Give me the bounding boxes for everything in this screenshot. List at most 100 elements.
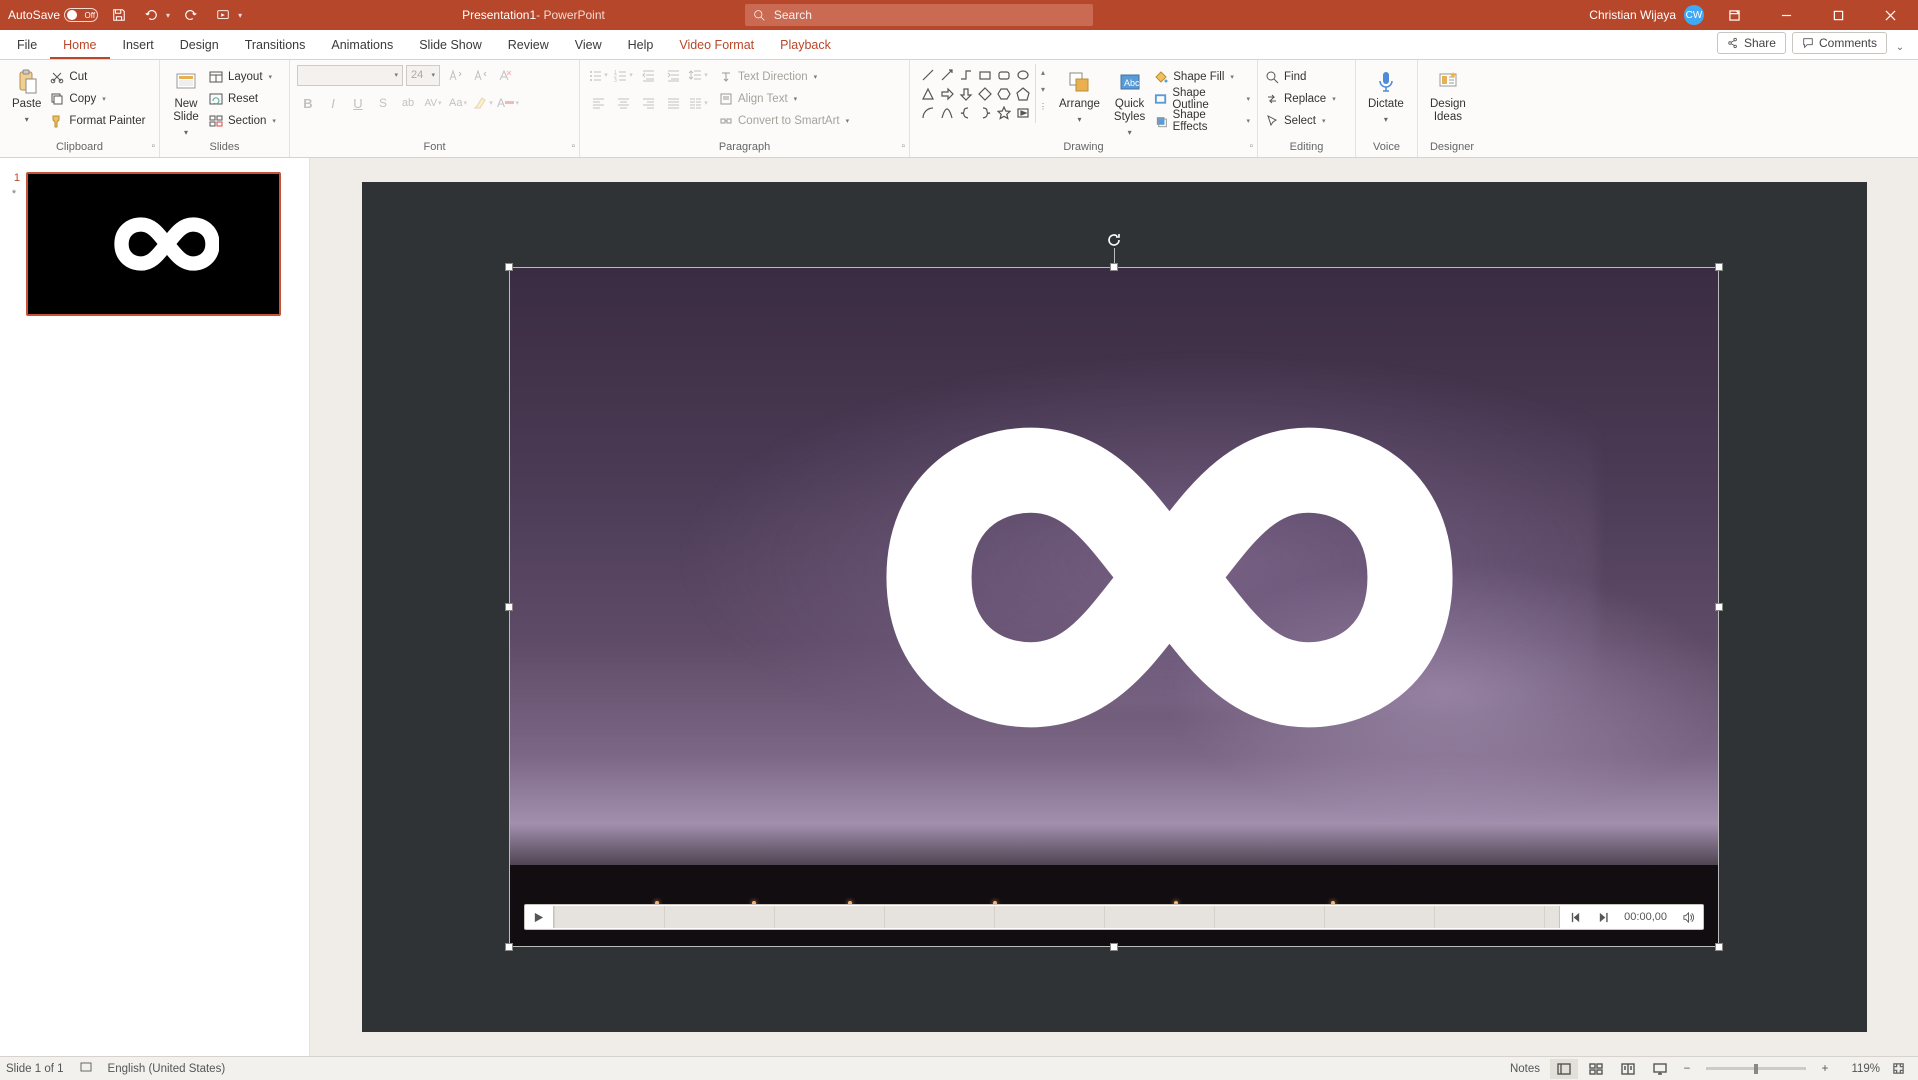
resize-handle-mr[interactable] [1715,603,1723,611]
resize-handle-ml[interactable] [505,603,513,611]
video-seek-track[interactable] [553,906,1560,928]
video-selection[interactable]: 00:00,00 [509,267,1719,947]
accessibility-icon[interactable] [80,1061,92,1076]
zoom-in-icon[interactable]: + [1816,1059,1834,1079]
convert-smartart-button[interactable]: Convert to SmartArt▾ [719,110,849,131]
justify-icon[interactable] [662,92,684,114]
design-ideas-button[interactable]: Design Ideas [1425,64,1471,124]
tab-view[interactable]: View [562,32,615,59]
slide-canvas[interactable]: 00:00,00 [362,182,1867,1032]
shape-line-arrow-icon[interactable] [938,66,955,83]
tab-animations[interactable]: Animations [318,32,406,59]
italic-icon[interactable]: I [322,92,344,114]
format-painter-button[interactable]: Format Painter [50,110,145,131]
shape-line-icon[interactable] [919,66,936,83]
slide-sorter-view-icon[interactable] [1582,1059,1610,1079]
align-left-icon[interactable] [587,92,609,114]
zoom-percent[interactable]: 119% [1838,1063,1880,1075]
shape-pentagon-icon[interactable] [1014,85,1031,102]
shape-rounded-rectangle-icon[interactable] [995,66,1012,83]
section-button[interactable]: Section▾ [209,110,276,131]
shape-effects-button[interactable]: Shape Effects▾ [1154,110,1250,131]
shape-brace-left-icon[interactable] [957,104,974,121]
qat-customize-icon[interactable]: ▾ [238,11,242,20]
slide-editor[interactable]: 00:00,00 [310,158,1918,1056]
reset-button[interactable]: Reset [209,88,276,109]
resize-handle-bm[interactable] [1110,943,1118,951]
bold-icon[interactable]: B [297,92,319,114]
ribbon-display-options-icon[interactable] [1712,0,1756,30]
paragraph-launcher-icon[interactable]: ▫ [901,141,905,152]
shape-action-icon[interactable] [1014,104,1031,121]
align-text-button[interactable]: Align Text▾ [719,88,849,109]
clear-formatting-icon[interactable] [493,64,515,86]
shape-star-icon[interactable] [995,104,1012,121]
dictate-button[interactable]: Dictate▾ [1363,64,1409,126]
resize-handle-tm[interactable] [1110,263,1118,271]
text-shadow-icon[interactable]: ab [397,92,419,114]
decrease-indent-icon[interactable] [637,64,659,86]
save-icon[interactable] [108,4,130,26]
drawing-launcher-icon[interactable]: ▫ [1249,141,1253,152]
tab-slide-show[interactable]: Slide Show [406,32,495,59]
resize-handle-tr[interactable] [1715,263,1723,271]
increase-font-icon[interactable] [443,64,465,86]
slide-indicator[interactable]: Slide 1 of 1 [6,1063,64,1075]
shape-right-arrow-icon[interactable] [938,85,955,102]
redo-icon[interactable] [180,4,202,26]
fit-to-window-icon[interactable] [1884,1059,1912,1079]
font-color-icon[interactable]: A▾ [497,92,519,114]
numbering-icon[interactable]: 123▾ [612,64,634,86]
minimize-icon[interactable] [1764,0,1808,30]
zoom-slider[interactable] [1706,1067,1806,1070]
line-spacing-icon[interactable]: ▾ [687,64,709,86]
reading-view-icon[interactable] [1614,1059,1642,1079]
user-name[interactable]: Christian Wijaya [1589,8,1676,22]
text-direction-button[interactable]: Text Direction▾ [719,66,849,87]
tab-design[interactable]: Design [167,32,232,59]
close-icon[interactable] [1868,0,1912,30]
collapse-ribbon-icon[interactable]: ⌄ [1890,42,1910,53]
zoom-out-icon[interactable]: − [1678,1059,1696,1079]
strikethrough-icon[interactable]: S [372,92,394,114]
shape-curve-icon[interactable] [938,104,955,121]
rotate-handle-icon[interactable] [1106,232,1122,248]
volume-button[interactable] [1675,905,1701,929]
shape-triangle-icon[interactable] [919,85,936,102]
shapes-gallery[interactable] [917,64,1033,123]
search-input[interactable]: Search [745,4,1093,26]
cut-button[interactable]: Cut [50,66,145,87]
tab-playback[interactable]: Playback [767,32,844,59]
increase-indent-icon[interactable] [662,64,684,86]
bullets-icon[interactable]: ▾ [587,64,609,86]
slide-thumbnail-preview[interactable] [26,172,281,316]
shape-fill-button[interactable]: Shape Fill▾ [1154,66,1250,87]
shape-rectangle-icon[interactable] [976,66,993,83]
step-forward-button[interactable] [1590,905,1616,929]
align-right-icon[interactable] [637,92,659,114]
share-button[interactable]: Share [1717,32,1786,54]
font-launcher-icon[interactable]: ▫ [571,141,575,152]
columns-icon[interactable]: ▾ [687,92,709,114]
shape-down-arrow-icon[interactable] [957,85,974,102]
decrease-font-icon[interactable] [468,64,490,86]
resize-handle-br[interactable] [1715,943,1723,951]
tab-video-format[interactable]: Video Format [666,32,767,59]
step-back-button[interactable] [1562,905,1588,929]
copy-button[interactable]: Copy▾ [50,88,145,109]
gallery-more-icon[interactable]: ⋮ [1036,98,1050,115]
maximize-icon[interactable] [1816,0,1860,30]
notes-button[interactable]: Notes [1500,1063,1546,1075]
align-center-icon[interactable] [612,92,634,114]
resize-handle-bl[interactable] [505,943,513,951]
resize-handle-tl[interactable] [505,263,513,271]
layout-button[interactable]: Layout▾ [209,66,276,87]
comments-button[interactable]: Comments [1792,32,1887,54]
play-button[interactable] [525,905,551,929]
shape-brace-right-icon[interactable] [976,104,993,121]
slide-thumbnail-pane[interactable]: 1 * [0,158,310,1056]
shape-outline-button[interactable]: Shape Outline▾ [1154,88,1250,109]
change-case-icon[interactable]: Aa▾ [447,92,469,114]
clipboard-launcher-icon[interactable]: ▫ [151,141,155,152]
slideshow-view-icon[interactable] [1646,1059,1674,1079]
